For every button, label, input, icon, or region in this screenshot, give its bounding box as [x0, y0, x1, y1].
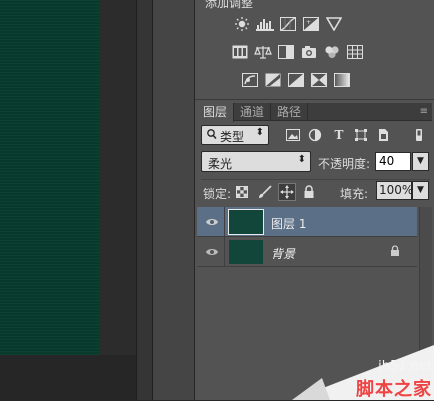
svg-text:+: +: [306, 19, 311, 26]
layer-name[interactable]: 图层 1: [271, 215, 306, 232]
lock-position-icon[interactable]: [278, 183, 296, 201]
selective-color-icon[interactable]: [310, 72, 328, 88]
hue-saturation-icon[interactable]: [231, 44, 249, 60]
tab-layers[interactable]: 图层: [197, 103, 235, 122]
watermark-brand: 脚本之家: [356, 379, 432, 400]
layer-row-background[interactable]: 背景: [197, 237, 417, 267]
threshold-icon[interactable]: [287, 72, 305, 88]
exposure-icon[interactable]: +: [302, 16, 320, 32]
layer-row-layer1[interactable]: 图层 1: [197, 207, 417, 237]
blend-opacity-row: 柔光 ⬍ 不透明度: 40 ▼: [201, 151, 430, 173]
tab-paths[interactable]: 路径: [271, 103, 309, 121]
layer-thumbnail[interactable]: [229, 240, 263, 264]
watermark: jb51.net 脚本之家: [292, 345, 434, 400]
pixel-filter-icon[interactable]: [285, 127, 301, 143]
lock-all-icon[interactable]: [300, 183, 318, 201]
vibrance-icon[interactable]: [325, 16, 343, 32]
lock-transparent-icon[interactable]: [233, 183, 251, 201]
layers-panel-tabbar: 图层 通道 路径 ≡: [197, 103, 432, 122]
eye-icon: [205, 215, 219, 229]
visibility-toggle[interactable]: [197, 237, 225, 267]
adjustment-filter-icon[interactable]: [307, 127, 323, 143]
adjustments-row-3: [241, 72, 351, 88]
document-canvas[interactable]: [0, 0, 100, 355]
blend-mode-value: 柔光: [208, 157, 233, 171]
photo-filter-icon[interactable]: [300, 44, 318, 60]
layer-list: 图层 1 背景: [197, 207, 417, 267]
black-white-icon[interactable]: [277, 44, 295, 60]
blend-mode-select[interactable]: 柔光 ⬍: [201, 151, 311, 172]
collapsed-panel-dock: [153, 0, 195, 400]
canvas-pasteboard: [100, 0, 136, 355]
adjustments-panel: 添加调整 +: [195, 0, 434, 100]
color-balance-icon[interactable]: [254, 44, 272, 60]
canvas-area[interactable]: [0, 0, 155, 400]
levels-icon[interactable]: [256, 16, 274, 32]
type-filter-icon[interactable]: T: [331, 127, 347, 143]
brightness-contrast-icon[interactable]: [233, 16, 251, 32]
tab-channels[interactable]: 通道: [234, 103, 272, 121]
curves-icon[interactable]: [279, 16, 297, 32]
invert-icon[interactable]: [241, 72, 259, 88]
channel-mixer-icon[interactable]: [323, 44, 341, 60]
adjustments-row-1: +: [233, 16, 343, 32]
updown-caret-icon: ⬍: [297, 154, 306, 165]
filter-kind-select[interactable]: 类型 ⬍: [201, 125, 269, 145]
layer-name[interactable]: 背景: [271, 245, 295, 262]
layer-filter-row: 类型 ⬍ T: [201, 125, 429, 145]
gradient-map-icon[interactable]: [333, 72, 351, 88]
fill-input[interactable]: 100%: [376, 181, 413, 200]
adjustments-title: 添加调整: [205, 0, 254, 10]
layer-thumbnail[interactable]: [228, 209, 264, 235]
right-panel: 添加调整 + 图层 通道 路径 ≡ 类型 ⬍ T 柔光 ⬍ 不透明度: 40 ▼…: [195, 0, 434, 400]
fill-label: 填充:: [340, 187, 369, 201]
filter-kind-label: 类型: [220, 130, 245, 144]
lock-label: 锁定:: [203, 187, 232, 201]
filter-toggle-icon[interactable]: [413, 127, 425, 143]
panel-menu-icon[interactable]: ≡: [420, 106, 428, 117]
opacity-dropdown-button[interactable]: ▼: [412, 152, 429, 171]
lock-fill-row: 锁定: 填充: 100% ▼: [201, 179, 430, 201]
lock-icon: [390, 245, 400, 260]
adjustments-row-2: [231, 44, 364, 60]
watermark-url: jb51.net: [378, 359, 432, 374]
opacity-input[interactable]: 40: [375, 152, 411, 171]
fill-dropdown-button[interactable]: ▼: [412, 181, 429, 200]
panel-dock-scrollbar[interactable]: [136, 0, 153, 400]
opacity-label: 不透明度:: [318, 157, 371, 171]
smart-object-filter-icon[interactable]: [375, 127, 391, 143]
shape-filter-icon[interactable]: [353, 127, 369, 143]
eye-icon: [205, 245, 219, 259]
updown-caret-icon: ⬍: [255, 127, 264, 138]
lock-image-icon[interactable]: [256, 183, 274, 201]
color-lookup-icon[interactable]: [346, 44, 364, 60]
posterize-icon[interactable]: [264, 72, 282, 88]
visibility-toggle[interactable]: [197, 207, 225, 237]
search-icon: [206, 127, 218, 144]
